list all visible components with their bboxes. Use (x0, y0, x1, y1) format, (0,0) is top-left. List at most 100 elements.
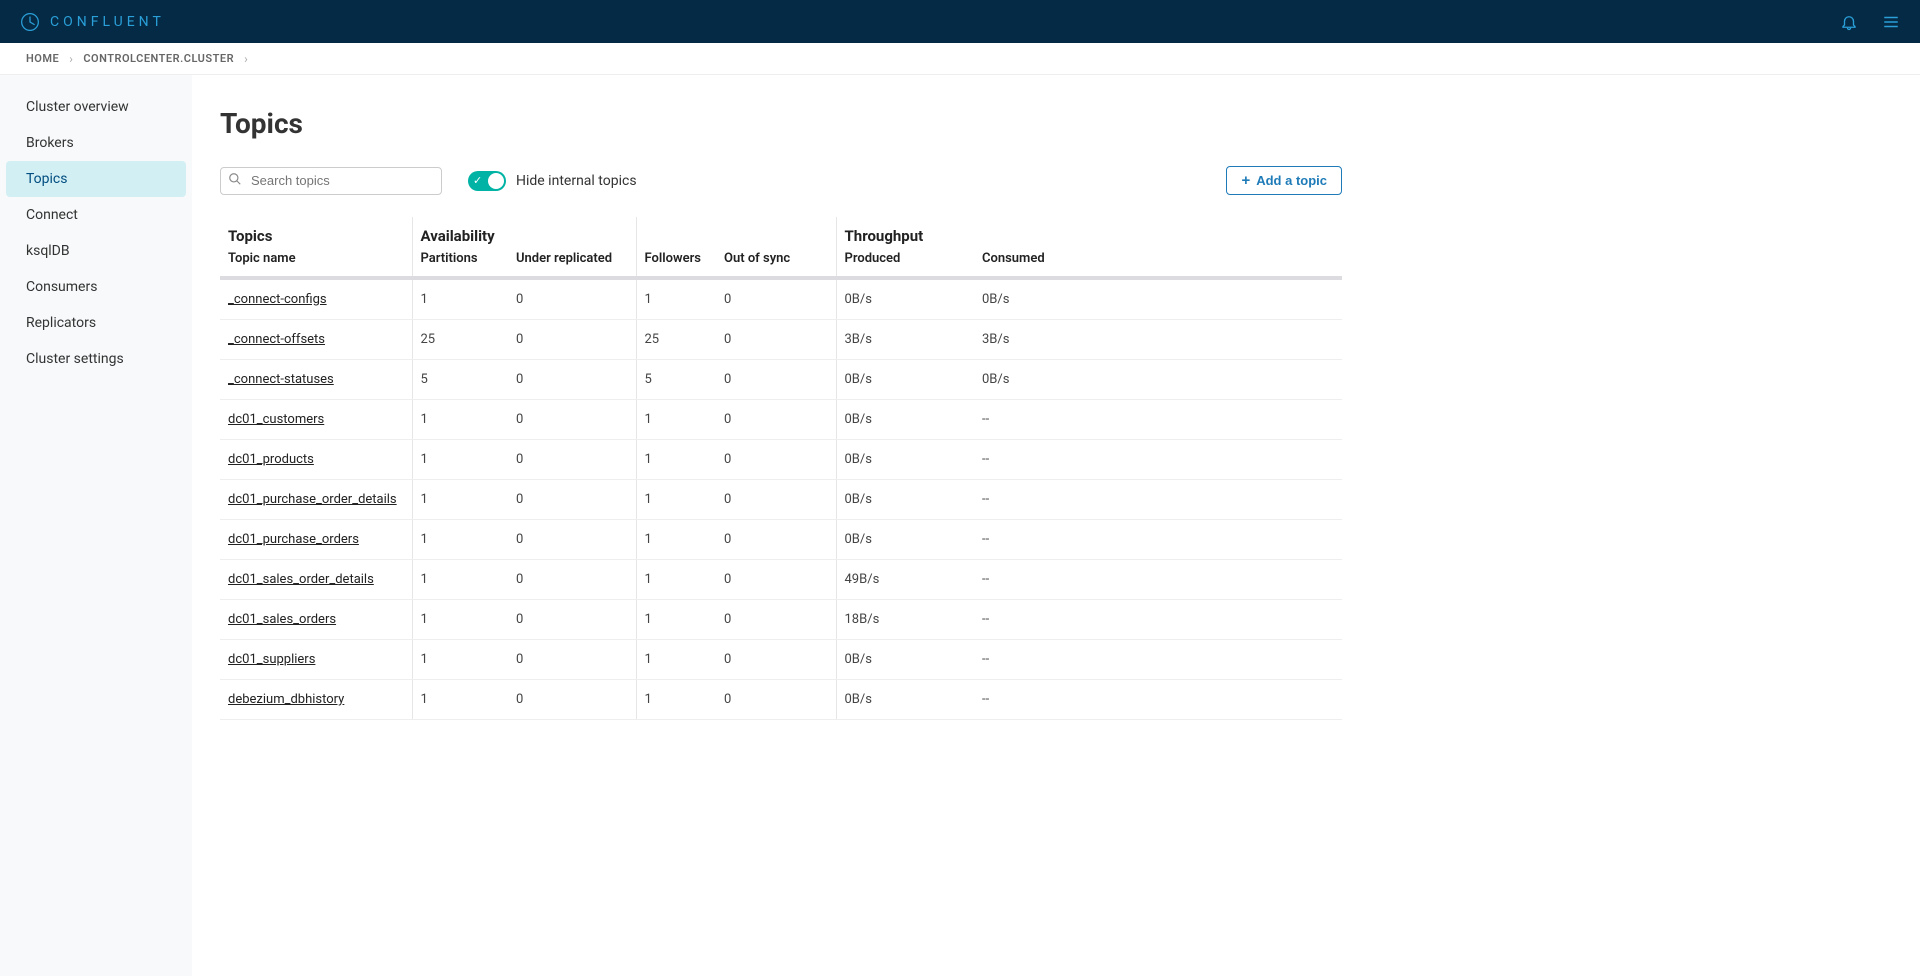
cell-under-replicated: 0 (508, 640, 636, 680)
add-topic-label: Add a topic (1256, 173, 1327, 188)
topic-link[interactable]: dc01_purchase_order_details (228, 492, 397, 507)
col-header-topic-name[interactable]: Topic name (220, 247, 412, 278)
cell-out-of-sync: 0 (716, 600, 836, 640)
cell-topic-name: dc01_sales_order_details (220, 560, 412, 600)
cell-out-of-sync: 0 (716, 320, 836, 360)
group-header-availability: Availability (412, 217, 636, 247)
cell-followers: 1 (636, 520, 716, 560)
col-header-followers[interactable]: Followers (636, 247, 716, 278)
cell-under-replicated: 0 (508, 360, 636, 400)
cell-under-replicated: 0 (508, 400, 636, 440)
cell-partitions: 1 (412, 600, 508, 640)
cell-followers: 25 (636, 320, 716, 360)
brand-text: CONFLUENT (50, 14, 165, 30)
topic-link[interactable]: debezium_dbhistory (228, 692, 344, 707)
table-row: _connect-offsets2502503B/s3B/s (220, 320, 1342, 360)
cell-produced: 18B/s (836, 600, 974, 640)
cell-under-replicated: 0 (508, 600, 636, 640)
sidebar-item-cluster-overview[interactable]: Cluster overview (0, 89, 192, 125)
table-row: dc01_sales_orders101018B/s-- (220, 600, 1342, 640)
table-row: debezium_dbhistory10100B/s-- (220, 680, 1342, 720)
topic-link[interactable]: _connect-configs (228, 292, 327, 307)
cell-partitions: 1 (412, 440, 508, 480)
topic-link[interactable]: dc01_products (228, 452, 314, 467)
cell-out-of-sync: 0 (716, 360, 836, 400)
col-header-consumed[interactable]: Consumed (974, 247, 1342, 278)
cell-produced: 0B/s (836, 480, 974, 520)
cell-consumed: -- (974, 400, 1342, 440)
cell-followers: 1 (636, 560, 716, 600)
controls-row: ✓ Hide internal topics + Add a topic (220, 166, 1342, 195)
topic-link[interactable]: _connect-offsets (228, 332, 325, 347)
topic-link[interactable]: dc01_suppliers (228, 652, 315, 667)
cell-under-replicated: 0 (508, 480, 636, 520)
cell-consumed: -- (974, 440, 1342, 480)
main-content: Topics ✓ Hide internal topics + Add a to… (192, 75, 1342, 976)
group-header-blank (636, 217, 836, 247)
cell-out-of-sync: 0 (716, 560, 836, 600)
hide-internal-toggle-wrap: ✓ Hide internal topics (468, 171, 637, 191)
cell-out-of-sync: 0 (716, 480, 836, 520)
add-topic-button[interactable]: + Add a topic (1226, 166, 1342, 195)
check-icon: ✓ (473, 174, 482, 187)
cell-topic-name: _connect-configs (220, 278, 412, 320)
col-header-produced[interactable]: Produced (836, 247, 974, 278)
topic-link[interactable]: dc01_purchase_orders (228, 532, 359, 547)
cell-followers: 1 (636, 440, 716, 480)
group-header-throughput: Throughput (836, 217, 1342, 247)
cell-under-replicated: 0 (508, 440, 636, 480)
cell-consumed: 0B/s (974, 360, 1342, 400)
notifications-icon[interactable] (1840, 13, 1858, 31)
topic-link[interactable]: _connect-statuses (228, 372, 334, 387)
search-input[interactable] (220, 167, 442, 195)
col-header-out-of-sync[interactable]: Out of sync (716, 247, 836, 278)
table-row: dc01_purchase_orders10100B/s-- (220, 520, 1342, 560)
search-icon (228, 172, 242, 190)
sidebar-item-replicators[interactable]: Replicators (0, 305, 192, 341)
cell-topic-name: _connect-offsets (220, 320, 412, 360)
sidebar-item-cluster-settings[interactable]: Cluster settings (0, 341, 192, 377)
breadcrumb-cluster[interactable]: CONTROLCENTER.CLUSTER (83, 52, 234, 65)
topic-link[interactable]: dc01_sales_order_details (228, 572, 374, 587)
cell-followers: 5 (636, 360, 716, 400)
col-header-under-replicated[interactable]: Under replicated (508, 247, 636, 278)
cell-topic-name: debezium_dbhistory (220, 680, 412, 720)
cell-partitions: 5 (412, 360, 508, 400)
topic-link[interactable]: dc01_sales_orders (228, 612, 336, 627)
cell-produced: 0B/s (836, 680, 974, 720)
search-box (220, 167, 442, 195)
cell-topic-name: dc01_sales_orders (220, 600, 412, 640)
hide-internal-toggle[interactable]: ✓ (468, 171, 506, 191)
cell-partitions: 1 (412, 480, 508, 520)
table-row: dc01_products10100B/s-- (220, 440, 1342, 480)
col-header-partitions[interactable]: Partitions (412, 247, 508, 278)
brand-logo[interactable]: CONFLUENT (20, 12, 165, 32)
page-title: Topics (220, 107, 1342, 140)
cell-followers: 1 (636, 680, 716, 720)
cell-out-of-sync: 0 (716, 680, 836, 720)
cell-partitions: 1 (412, 560, 508, 600)
sidebar-item-brokers[interactable]: Brokers (0, 125, 192, 161)
cell-topic-name: dc01_suppliers (220, 640, 412, 680)
cell-followers: 1 (636, 278, 716, 320)
menu-icon[interactable] (1882, 13, 1900, 31)
cell-followers: 1 (636, 600, 716, 640)
sidebar-item-ksqldb[interactable]: ksqlDB (0, 233, 192, 269)
sidebar-item-consumers[interactable]: Consumers (0, 269, 192, 305)
cell-followers: 1 (636, 400, 716, 440)
cell-under-replicated: 0 (508, 278, 636, 320)
plus-icon: + (1241, 173, 1250, 188)
breadcrumb-home[interactable]: HOME (26, 52, 59, 65)
cell-consumed: -- (974, 640, 1342, 680)
chevron-right-icon: › (69, 52, 73, 66)
cell-partitions: 1 (412, 640, 508, 680)
topic-link[interactable]: dc01_customers (228, 412, 324, 427)
cell-consumed: -- (974, 600, 1342, 640)
cell-produced: 0B/s (836, 400, 974, 440)
cell-under-replicated: 0 (508, 560, 636, 600)
sidebar-item-connect[interactable]: Connect (0, 197, 192, 233)
cell-partitions: 25 (412, 320, 508, 360)
sidebar-item-topics[interactable]: Topics (6, 161, 186, 197)
cell-out-of-sync: 0 (716, 400, 836, 440)
cell-out-of-sync: 0 (716, 640, 836, 680)
